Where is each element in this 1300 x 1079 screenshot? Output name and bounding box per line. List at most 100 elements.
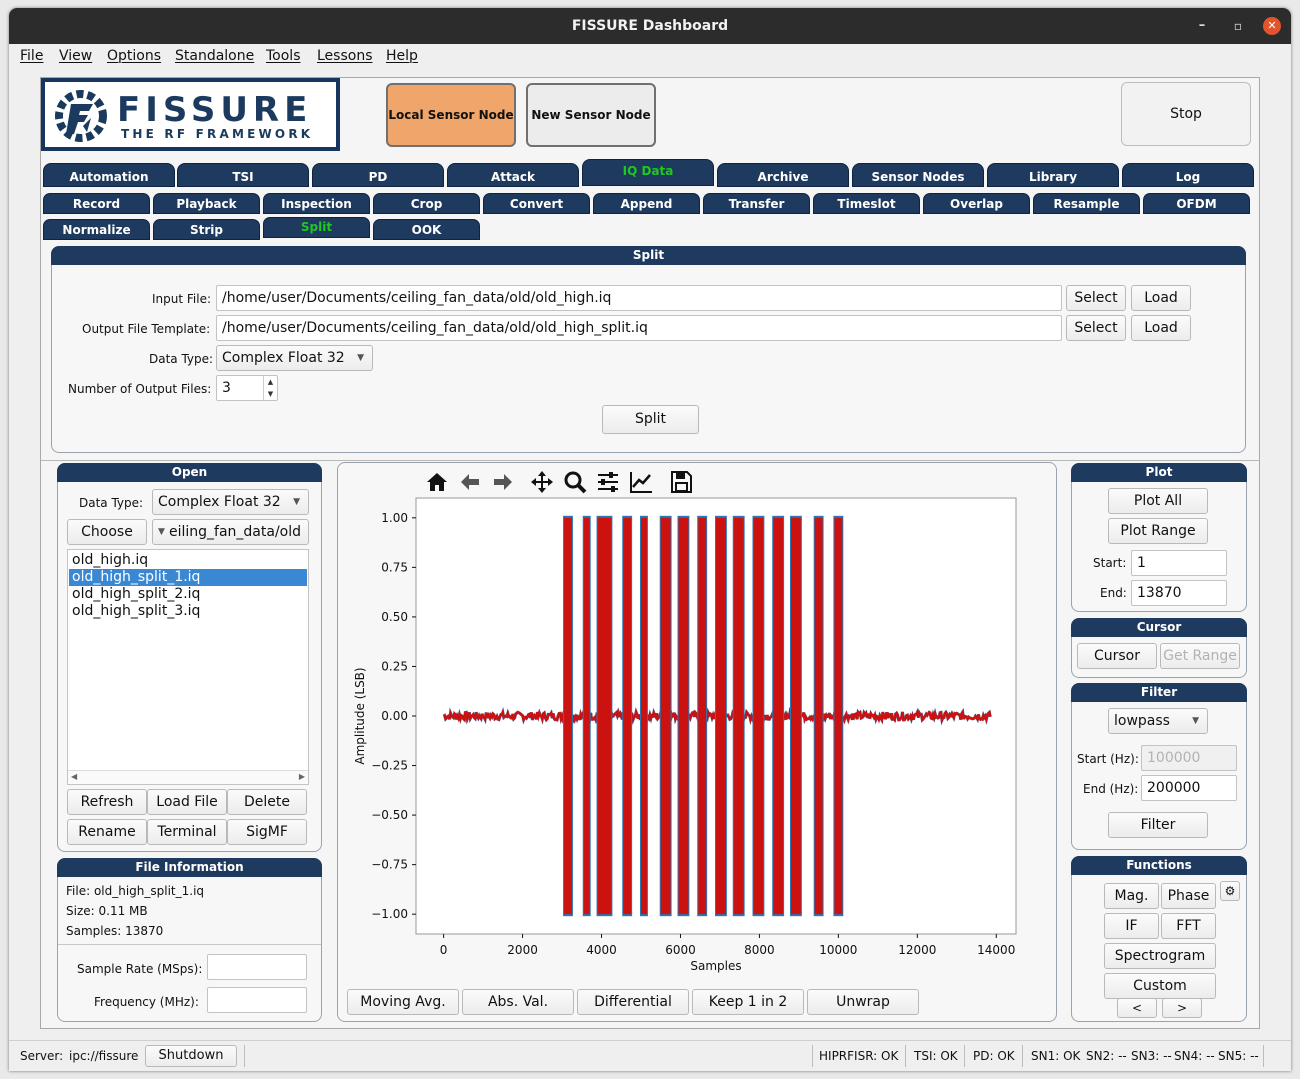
edit-curve-icon[interactable] <box>628 469 654 495</box>
frequency-field[interactable] <box>207 987 307 1013</box>
save-icon[interactable] <box>668 469 694 495</box>
horizontal-scrollbar[interactable]: ◀ ▶ <box>68 770 308 784</box>
plot-range-button[interactable]: Plot Range <box>1108 518 1208 544</box>
list-item[interactable]: old_high.iq <box>69 552 307 569</box>
keep-1-in-2-button[interactable]: Keep 1 in 2 <box>692 989 804 1015</box>
home-icon[interactable] <box>424 469 450 495</box>
close-icon[interactable]: ✕ <box>1263 17 1281 35</box>
back-icon[interactable] <box>457 469 483 495</box>
new-sensor-node-button[interactable]: New Sensor Node <box>526 83 656 147</box>
next-function-button[interactable]: > <box>1162 998 1202 1018</box>
mag-button[interactable]: Mag. <box>1104 883 1159 909</box>
start-field[interactable]: 1 <box>1131 550 1227 576</box>
split-datatype-select[interactable]: Complex Float 32 ▼ <box>216 345 373 371</box>
spin-down-icon[interactable]: ▼ <box>264 388 277 400</box>
subtab-resample[interactable]: Resample <box>1033 193 1140 214</box>
input-file-field[interactable]: /home/user/Documents/ceiling_fan_data/ol… <box>216 285 1062 311</box>
tab-iq-data[interactable]: IQ Data <box>582 159 714 186</box>
filter-button[interactable]: Filter <box>1108 812 1208 838</box>
spin-up-icon[interactable]: ▲ <box>264 376 277 388</box>
input-select-button[interactable]: Select <box>1066 285 1126 311</box>
subtab-split[interactable]: Split <box>263 217 370 238</box>
sigmf-button[interactable]: SigMF <box>227 819 307 845</box>
folder-select[interactable]: ▼ eiling_fan_data/old <box>152 519 309 545</box>
input-load-button[interactable]: Load <box>1131 285 1191 311</box>
pan-icon[interactable] <box>529 469 555 495</box>
tab-tsi[interactable]: TSI <box>177 163 309 187</box>
forward-icon[interactable] <box>490 469 516 495</box>
menu-help[interactable]: Help <box>386 48 418 64</box>
abs-val-button[interactable]: Abs. Val. <box>462 989 574 1015</box>
gear-icon[interactable]: ⚙ <box>1220 881 1240 901</box>
filter-type-select[interactable]: lowpass ▼ <box>1108 708 1208 734</box>
subtab-append[interactable]: Append <box>593 193 700 214</box>
tab-log[interactable]: Log <box>1122 163 1254 187</box>
tab-archive[interactable]: Archive <box>717 163 849 187</box>
prev-function-button[interactable]: < <box>1117 998 1157 1018</box>
local-sensor-node-button[interactable]: Local Sensor Node <box>386 83 516 147</box>
output-file-field[interactable]: /home/user/Documents/ceiling_fan_data/ol… <box>216 315 1062 341</box>
phase-button[interactable]: Phase <box>1161 883 1216 909</box>
iq-amplitude-chart[interactable]: 1.00 0.75 0.50 0.25 0.00 −0.25 −0.50 −0.75 −1.00… <box>338 493 1056 983</box>
scroll-left-icon[interactable]: ◀ <box>71 772 77 781</box>
split-button[interactable]: Split <box>602 405 699 434</box>
cursor-button[interactable]: Cursor <box>1077 643 1157 669</box>
subtab-convert[interactable]: Convert <box>483 193 590 214</box>
list-item-selected[interactable]: old_high_split_1.iq <box>69 569 307 586</box>
choose-button[interactable]: Choose <box>67 519 147 545</box>
menu-tools[interactable]: Tools <box>266 48 301 64</box>
if-button[interactable]: IF <box>1104 913 1159 939</box>
load-file-button[interactable]: Load File <box>147 789 227 815</box>
spinbox-arrows[interactable]: ▲ ▼ <box>263 376 277 400</box>
tab-pd[interactable]: PD <box>312 163 444 187</box>
terminal-button[interactable]: Terminal <box>147 819 227 845</box>
subtab-normalize[interactable]: Normalize <box>43 219 150 240</box>
subtab-inspection[interactable]: Inspection <box>263 193 370 214</box>
subtab-strip[interactable]: Strip <box>153 219 260 240</box>
menu-lessons[interactable]: Lessons <box>317 48 373 64</box>
menu-options[interactable]: Options <box>107 48 161 64</box>
stop-button[interactable]: Stop <box>1121 82 1251 146</box>
subtab-ofdm[interactable]: OFDM <box>1143 193 1250 214</box>
maximize-icon[interactable]: ▫ <box>1229 17 1247 35</box>
file-list[interactable]: old_high.iq old_high_split_1.iq old_high… <box>67 549 309 785</box>
unwrap-button[interactable]: Unwrap <box>807 989 919 1015</box>
shutdown-button[interactable]: Shutdown <box>145 1045 237 1067</box>
end-field[interactable]: 13870 <box>1131 580 1227 606</box>
get-range-button[interactable]: Get Range <box>1160 643 1240 669</box>
subtab-record[interactable]: Record <box>43 193 150 214</box>
filter-end-field[interactable]: 200000 <box>1141 775 1237 801</box>
zoom-icon[interactable] <box>562 469 588 495</box>
menu-standalone[interactable]: Standalone <box>175 48 254 64</box>
subtab-ook[interactable]: OOK <box>373 219 480 240</box>
output-select-button[interactable]: Select <box>1066 315 1126 341</box>
menu-view[interactable]: View <box>59 48 92 64</box>
scroll-right-icon[interactable]: ▶ <box>299 772 305 781</box>
fft-button[interactable]: FFT <box>1161 913 1216 939</box>
rename-button[interactable]: Rename <box>67 819 147 845</box>
tab-library[interactable]: Library <box>987 163 1119 187</box>
refresh-button[interactable]: Refresh <box>67 789 147 815</box>
open-datatype-select[interactable]: Complex Float 32 ▼ <box>152 489 309 515</box>
subtab-overlap[interactable]: Overlap <box>923 193 1030 214</box>
minimize-icon[interactable]: – <box>1193 17 1211 35</box>
delete-button[interactable]: Delete <box>227 789 307 815</box>
moving-avg-button[interactable]: Moving Avg. <box>347 989 459 1015</box>
subtab-crop[interactable]: Crop <box>373 193 480 214</box>
tab-attack[interactable]: Attack <box>447 163 579 187</box>
list-item[interactable]: old_high_split_2.iq <box>69 586 307 603</box>
configure-icon[interactable] <box>595 469 621 495</box>
plot-all-button[interactable]: Plot All <box>1108 488 1208 514</box>
subtab-transfer[interactable]: Transfer <box>703 193 810 214</box>
subtab-playback[interactable]: Playback <box>153 193 260 214</box>
sample-rate-field[interactable] <box>207 954 307 980</box>
custom-button[interactable]: Custom <box>1104 973 1216 999</box>
tab-sensor-nodes[interactable]: Sensor Nodes <box>852 163 984 187</box>
filter-start-field[interactable]: 100000 <box>1141 745 1237 771</box>
output-load-button[interactable]: Load <box>1131 315 1191 341</box>
subtab-timeslot[interactable]: Timeslot <box>813 193 920 214</box>
differential-button[interactable]: Differential <box>577 989 689 1015</box>
spectrogram-button[interactable]: Spectrogram <box>1104 943 1216 969</box>
list-item[interactable]: old_high_split_3.iq <box>69 603 307 620</box>
tab-automation[interactable]: Automation <box>43 163 175 187</box>
